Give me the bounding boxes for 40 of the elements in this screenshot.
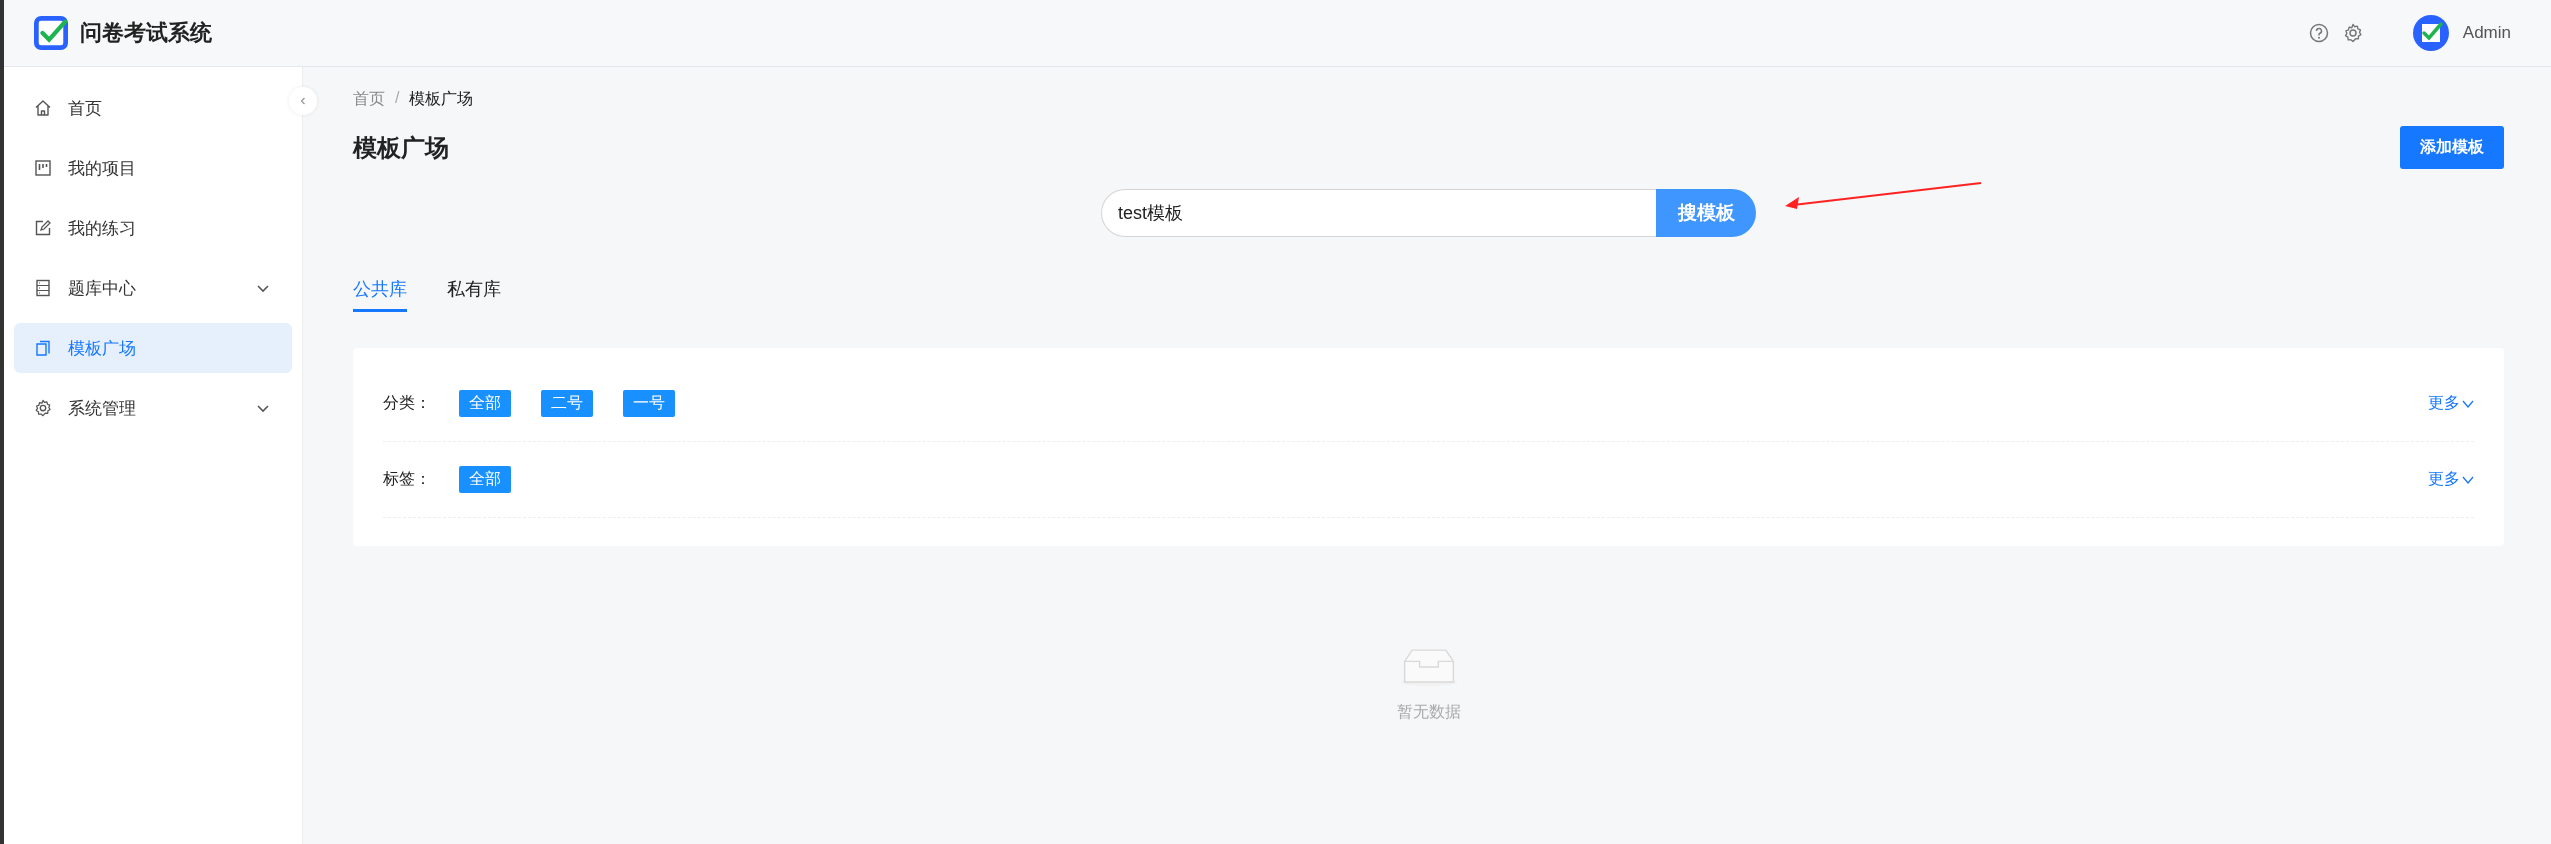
chevron-down-icon (2462, 474, 2474, 485)
board-icon (34, 159, 52, 177)
list-icon (34, 279, 52, 297)
more-link[interactable]: 更多 (2428, 469, 2474, 490)
breadcrumb-separator: / (395, 89, 400, 108)
copy-icon (34, 339, 52, 357)
filter-label: 分类： (383, 393, 432, 413)
settings-icon[interactable] (2342, 23, 2363, 43)
logo-checkbox-icon (34, 16, 68, 50)
user-name[interactable]: Admin (2462, 23, 2511, 43)
search-field[interactable]: test模板 (1101, 189, 1656, 237)
tab[interactable]: 公共库 (353, 271, 407, 312)
sidebar-item[interactable]: 我的练习 (14, 203, 292, 253)
filter-tag[interactable]: 一号 (623, 390, 675, 417)
sidebar-item[interactable]: 系统管理 (14, 383, 292, 433)
filter-tag[interactable]: 全部 (459, 466, 511, 493)
page-title: 模板广场 (353, 132, 449, 163)
breadcrumb-item: 模板广场 (409, 89, 474, 109)
tab[interactable]: 私有库 (447, 271, 501, 312)
app-title: 问卷考试系统 (80, 19, 212, 47)
chevron-left-icon (298, 96, 308, 106)
more-link[interactable]: 更多 (2428, 393, 2474, 414)
sidebar-item[interactable]: 题库中心 (14, 263, 292, 313)
help-icon[interactable] (2308, 23, 2329, 43)
sidebar-item[interactable]: 模板广场 (14, 323, 292, 373)
breadcrumb-item[interactable]: 首页 (353, 89, 385, 110)
filter-tag[interactable]: 二号 (541, 390, 593, 417)
filter-label: 标签： (383, 469, 432, 489)
sidebar-item[interactable]: 我的项目 (14, 143, 292, 193)
add-template-button[interactable]: 添加模板 (2400, 126, 2504, 169)
avatar-icon[interactable] (2412, 15, 2449, 51)
search-button[interactable]: 搜模板 (1656, 189, 1756, 237)
chevron-down-icon (2462, 398, 2474, 409)
edit-icon (34, 219, 52, 237)
sidebar-item[interactable]: 首页 (14, 83, 292, 133)
empty-state-text: 暂无数据 (1396, 702, 1461, 722)
home-icon (34, 99, 52, 117)
empty-inbox-icon (1398, 646, 1459, 688)
filter-tag[interactable]: 全部 (459, 390, 511, 417)
settings-icon (34, 399, 52, 417)
